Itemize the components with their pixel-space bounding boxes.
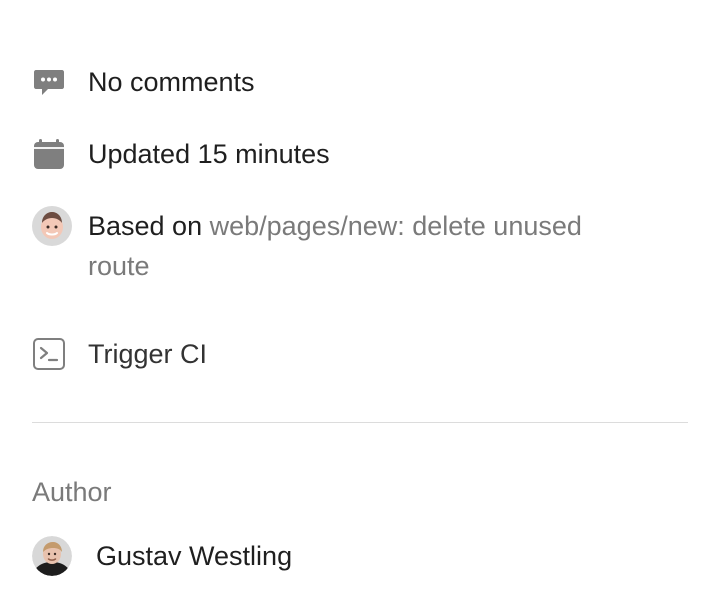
based-on-row: Based on web/pages/new: delete unused ro… [32,206,648,286]
comments-label: No comments [88,67,255,97]
based-on-prefix: Based on [88,211,203,241]
author-name[interactable]: Gustav Westling [96,536,292,576]
divider [32,422,688,423]
author-avatar [32,536,72,576]
trigger-ci-row[interactable]: Trigger CI [32,334,207,374]
based-on-text: Based on web/pages/new: delete unused ro… [88,206,648,286]
trigger-ci-button[interactable]: Trigger CI [88,334,207,374]
author-row[interactable]: Gustav Westling [32,536,292,576]
comments-row: No comments [32,62,255,102]
updated-row: Updated 15 minutes [32,134,330,174]
calendar-icon [32,134,72,174]
author-heading: Author [32,477,112,507]
comment-icon [32,62,72,102]
avatar-icon [32,206,72,246]
terminal-icon [32,334,72,374]
updated-label: Updated 15 minutes [88,139,330,169]
